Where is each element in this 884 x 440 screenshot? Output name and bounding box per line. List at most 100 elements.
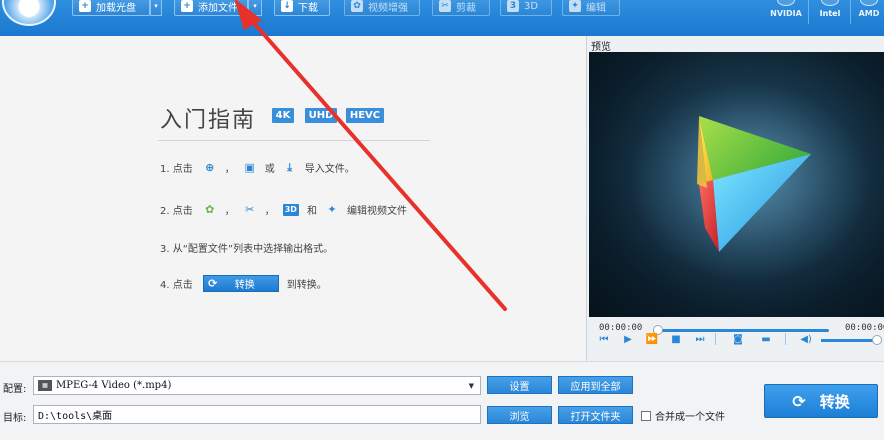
guide-step-2: 2. 点击 ✿ ， ✂ ， 3D 和 ✦ 编辑视频文件 — [160, 202, 407, 217]
scissors-icon: ✂ — [245, 203, 255, 216]
app-logo — [2, 0, 56, 26]
next-icon[interactable]: ⏭ — [693, 332, 707, 346]
add-file-label: 添加文件 — [198, 2, 238, 14]
step-text: 导入文件。 — [304, 164, 355, 175]
previous-icon[interactable]: ⏮ — [597, 332, 611, 346]
apply-to-all-button[interactable]: 应用到全部 — [558, 376, 633, 394]
add-disc-button[interactable]: + 加载光盘 — [72, 0, 150, 16]
guide-step-3: 3. 从“配置文件”列表中选择输出格式。 — [160, 240, 333, 255]
step-text: 到转换。 — [286, 280, 327, 291]
target-label: 目标: — [3, 413, 27, 424]
preview-label: 预览 — [591, 42, 611, 53]
profile-select[interactable]: ▦ MPEG-4 Video (*.mp4) ▼ — [33, 376, 481, 395]
folder-icon[interactable]: ▬ — [759, 332, 773, 346]
step-text: 或 — [264, 164, 275, 175]
play-icon[interactable]: ▶ — [621, 332, 635, 346]
step-text: 和 — [306, 206, 317, 217]
3d-icon: 3D — [282, 203, 299, 216]
add-file-icon: ▣ — [244, 161, 255, 174]
sparkle-icon: ✦ — [569, 0, 581, 12]
amd-icon — [860, 0, 878, 6]
volume-handle[interactable] — [872, 335, 882, 345]
download-label: 下载 — [298, 2, 318, 14]
hw-accel-nvidia[interactable]: NVIDIA — [768, 0, 804, 26]
convert-button[interactable]: ⟳ 转换 — [764, 384, 878, 418]
edit-button[interactable]: ✦ 编辑 — [562, 0, 620, 16]
guide-step-4: 4. 点击 ⟳ 转换 到转换。 — [160, 275, 327, 292]
video-enhance-button[interactable]: ✿ 视频增强 — [344, 0, 420, 16]
main-toolbar: + 加载光盘 ▾ + 添加文件 ▾ ↓ 下载 ✿ 视频增强 ✂ 剪裁 3 3D … — [0, 0, 884, 36]
step-text: ， — [264, 206, 275, 217]
preview-panel: 预览 00:00:00 00:00:0 ⏮ ▶ ⏩ ■ ⏭ ◙ ▬ ◀) — [586, 36, 884, 361]
stop-icon[interactable]: ■ — [669, 332, 683, 346]
checkbox-box[interactable] — [641, 410, 651, 421]
step-text: 1. 点击 — [160, 164, 193, 175]
clip-button[interactable]: ✂ 剪裁 — [432, 0, 490, 16]
clip-label: 剪裁 — [456, 2, 476, 14]
add-disc-dropdown[interactable]: ▾ — [150, 0, 162, 16]
merge-label: 合并成一个文件 — [655, 412, 725, 423]
browse-button[interactable]: 浏览 — [487, 406, 552, 424]
open-folder-button[interactable]: 打开文件夹 — [558, 406, 633, 424]
download-icon: ↓ — [281, 0, 293, 12]
guide-convert-label: 转换 — [234, 280, 255, 291]
add-file-icon: + — [181, 0, 193, 12]
amd-label: AMD — [858, 9, 880, 18]
output-settings-bar: 配置: ▦ MPEG-4 Video (*.mp4) ▼ 设置 应用到全部 目标… — [0, 361, 884, 440]
scissors-icon: ✂ — [439, 0, 451, 12]
guide-convert-button[interactable]: ⟳ 转换 — [202, 275, 279, 292]
add-file-dropdown[interactable]: ▾ — [248, 0, 262, 16]
download-icon: ⤓ — [287, 160, 293, 174]
step-text: ， — [224, 164, 235, 175]
step-text: 4. 点击 — [160, 280, 193, 291]
palette-icon: ✿ — [351, 0, 363, 12]
play-logo-image — [629, 82, 869, 282]
hw-accel-amd[interactable]: AMD — [851, 0, 884, 26]
step-text: ， — [224, 206, 235, 217]
add-disc-icon: ⊕ — [205, 161, 215, 174]
intel-label: Intel — [819, 9, 841, 18]
nvidia-label: NVIDIA — [770, 9, 802, 18]
divider — [808, 0, 809, 24]
target-path-input[interactable] — [33, 405, 481, 424]
nvidia-icon — [777, 0, 795, 6]
playback-controls: ⏮ ▶ ⏩ ■ ⏭ ◙ ▬ ◀) — [587, 330, 884, 352]
settings-button[interactable]: 设置 — [487, 376, 552, 394]
3d-button[interactable]: 3 3D — [500, 0, 552, 16]
convert-label: 转换 — [819, 392, 850, 411]
preview-screen — [589, 52, 884, 317]
intel-icon — [821, 0, 839, 6]
edit-label: 编辑 — [586, 2, 606, 14]
badge-hevc: HEVC — [346, 108, 384, 123]
merge-checkbox[interactable]: 合并成一个文件 — [641, 408, 725, 423]
download-button[interactable]: ↓ 下载 — [274, 0, 330, 16]
add-file-button[interactable]: + 添加文件 — [174, 0, 248, 16]
camera-icon[interactable]: ◙ — [731, 332, 745, 346]
fast-forward-icon[interactable]: ⏩ — [645, 332, 659, 346]
badge-4k: 4K — [272, 108, 294, 123]
sparkle-icon: ✦ — [327, 203, 337, 216]
step-text: 2. 点击 — [160, 206, 193, 217]
step-text: 编辑视频文件 — [346, 206, 407, 217]
volume-slider[interactable] — [821, 339, 877, 342]
add-disc-icon: + — [79, 0, 91, 12]
hw-accel-intel[interactable]: Intel — [812, 0, 848, 26]
refresh-icon: ⟳ — [208, 277, 218, 290]
guide-step-1: 1. 点击 ⊕ ， ▣ 或 ⤓ 导入文件。 — [160, 160, 355, 176]
badge-uhd: UHD — [305, 108, 337, 123]
volume-icon[interactable]: ◀) — [799, 332, 813, 346]
divider — [715, 333, 716, 345]
3d-icon: 3 — [507, 0, 519, 12]
palette-icon: ✿ — [205, 203, 215, 216]
video-format-icon: ▦ — [38, 380, 52, 391]
divider — [785, 333, 786, 345]
3d-label: 3D — [524, 0, 539, 12]
profile-value: MPEG-4 Video (*.mp4) — [56, 380, 172, 391]
video-enhance-label: 视频增强 — [368, 2, 408, 14]
refresh-icon: ⟳ — [792, 391, 806, 411]
step-text: 3. 从“配置文件”列表中选择输出格式。 — [160, 244, 334, 255]
guide-divider — [158, 140, 430, 141]
getting-started-panel: 入门指南 4K UHD HEVC 1. 点击 ⊕ ， ▣ 或 ⤓ 导入文件。 2… — [0, 36, 586, 361]
add-disc-label: 加载光盘 — [96, 2, 136, 14]
chevron-down-icon: ▼ — [468, 382, 474, 390]
